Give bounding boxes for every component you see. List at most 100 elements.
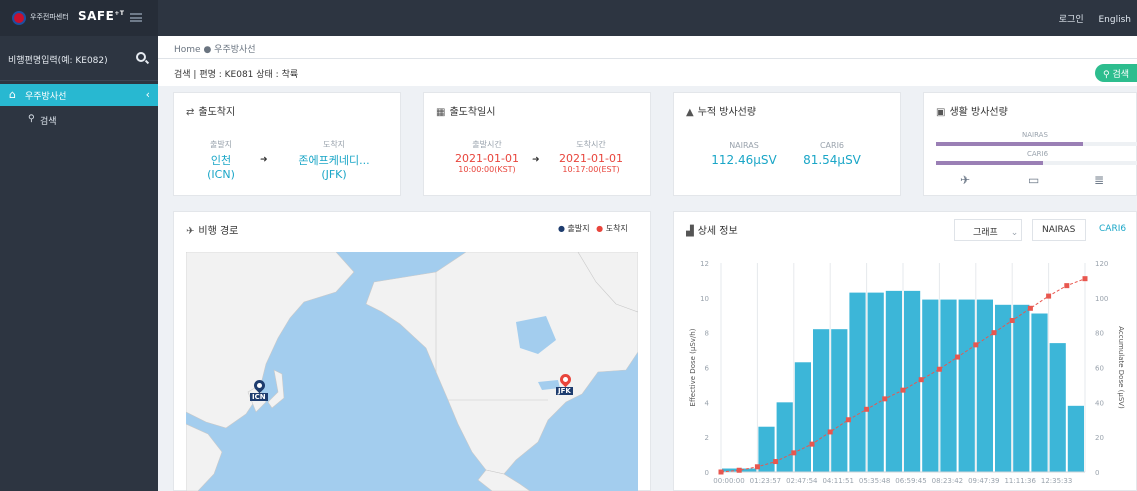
y-tick-label: 4 (705, 399, 710, 407)
y-right-tick-label: 20 (1095, 434, 1104, 442)
search-button[interactable]: ⚲ 검색 (1095, 64, 1137, 82)
accumulated-dose-point (773, 459, 779, 465)
total-dose-card: ▲ 누적 방사선량 NAIRAS 112.46μSV CARI6 81.54μSV (673, 92, 901, 196)
arrival-time-label: 도착시간 (576, 140, 606, 149)
accumulated-dose-point (827, 429, 833, 435)
life-dose-card: ▣ 생활 방사선량 NAIRAS CARI6 ✈ ▭ ≣ (923, 92, 1137, 196)
nairas-label: NAIRAS (729, 141, 759, 150)
life-cari6-label: CARI6 (1027, 150, 1049, 158)
y-axis-label: Effective Dose (μSv/h) (689, 328, 697, 406)
bar (1013, 304, 1030, 472)
breadcrumb-current: 우주방사선 (214, 45, 256, 55)
card-title: ▟ 상세 정보 (686, 226, 738, 237)
departure-pin-icon: ● (558, 224, 565, 233)
x-tick-label: 01:23:57 (750, 477, 781, 485)
card-title: ⇄ 출도착지 (186, 107, 236, 118)
box-icon: ▣ (936, 107, 946, 118)
accumulated-dose-point (991, 330, 997, 336)
y-tick-label: 10 (700, 295, 709, 303)
legend-arrival: 도착지 (605, 224, 628, 233)
icn-label: ICN (250, 393, 268, 401)
home-icon: ⌂ (9, 88, 16, 101)
top-bar: 우주전파센터 SAFE+T 로그인 English (0, 0, 1137, 36)
x-tick-label: 02:47:54 (786, 477, 818, 485)
x-tick-label: 08:23:42 (932, 477, 963, 485)
x-tick-label: 09:47:39 (968, 477, 999, 485)
map-legend: ● 출발지 ● 도착지 (558, 223, 628, 234)
breadcrumb-separator: ● (203, 45, 215, 55)
breadcrumb-bar: Home ● 우주방사선 (158, 36, 1137, 59)
logo-text: 우주전파센터 (30, 13, 69, 21)
accumulated-dose-point (1064, 283, 1070, 289)
arrival-city: 존에프케네디... (298, 154, 370, 167)
breadcrumb-home[interactable]: Home (174, 45, 201, 55)
bar (867, 292, 884, 472)
route-icon: ⇄ (186, 107, 195, 118)
flight-search-input[interactable]: 비행편명입력(예: KE082) (8, 53, 108, 66)
accumulated-dose-point (973, 342, 979, 348)
y-right-tick-label: 100 (1095, 295, 1108, 303)
flight-search[interactable]: 비행편명입력(예: KE082) (0, 36, 158, 81)
y-right-tick-label: 120 (1095, 260, 1108, 268)
flight-map[interactable]: ICN JFK (186, 252, 638, 491)
arrival-time: 10:17:00(EST) (562, 165, 620, 174)
bar (794, 362, 811, 472)
language-link[interactable]: English (1099, 15, 1132, 25)
arrival-pin-icon: ● (596, 224, 604, 233)
xray-icon: ≣ (1094, 173, 1105, 187)
search-info-text: 검색 | 편명 : KE081 상태 : 착륙 (174, 70, 299, 80)
departure-time: 10:00:00(KST) (458, 165, 516, 174)
card-title: ✈ 비행 경로 (186, 226, 239, 237)
x-tick-label: 06:59:45 (895, 477, 926, 485)
chevron-left-icon: ‹ (145, 88, 150, 101)
warning-icon: ▲ (686, 107, 694, 118)
arrival-time-info: 도착시간 2021-01-01 10:17:00(EST) (546, 139, 636, 174)
bar (1067, 405, 1084, 472)
x-tick-label: 05:35:48 (859, 477, 890, 485)
accumulated-dose-point (791, 450, 797, 456)
chevron-down-icon: ⌄ (1010, 228, 1019, 238)
accumulated-dose-point (936, 366, 942, 372)
bar (849, 292, 866, 472)
login-link[interactable]: 로그인 (1059, 15, 1084, 25)
tab-cari6[interactable]: CARI6 (1099, 224, 1126, 234)
sidebar-item-search[interactable]: ⚲ 검색 (0, 106, 158, 134)
bar (976, 299, 993, 472)
hamburger-menu-icon[interactable] (130, 13, 142, 22)
accumulated-dose-point (864, 406, 870, 412)
accumulated-dose-point (1046, 293, 1052, 299)
x-tick-label: 12:35:33 (1041, 477, 1072, 485)
life-cari6-bar (936, 161, 1044, 165)
y-tick-label: 6 (705, 365, 710, 373)
bar (813, 329, 830, 472)
bar (1049, 343, 1066, 472)
breadcrumb: Home ● 우주방사선 (174, 42, 256, 55)
bar (831, 329, 848, 472)
tab-nairas[interactable]: NAIRAS (1032, 219, 1086, 241)
logo[interactable]: 우주전파센터 SAFE+T (0, 0, 158, 36)
departure-time-label: 출발시간 (472, 140, 502, 149)
accumulated-dose-point (718, 469, 724, 475)
nairas-total: NAIRAS 112.46μSV (704, 141, 784, 167)
accumulated-dose-point (845, 417, 851, 423)
cari6-label: CARI6 (819, 141, 845, 150)
arrow-right-icon: ➜ (260, 155, 268, 165)
bar (1031, 313, 1048, 472)
logo-brand: SAFE+T (78, 9, 125, 23)
y-tick-label: 8 (705, 330, 709, 338)
arrival-label: 도착지 (322, 140, 346, 149)
life-nairas-bar (936, 142, 1084, 146)
arrow-right-icon: ➜ (532, 155, 540, 165)
y-tick-label: 0 (705, 469, 709, 477)
bar (758, 426, 775, 472)
y-right-tick-label: 40 (1095, 399, 1104, 407)
logo-emblem-icon (12, 11, 26, 25)
view-select[interactable]: 그래프 ⌄ (954, 219, 1022, 241)
sidebar: 비행편명입력(예: KE082) ⌂ 우주방사선 ‹ ⚲ 검색 (0, 36, 158, 491)
scanner-icon: ▭ (1028, 173, 1040, 187)
y-right-axis-label: Accumulate Dose (μSV) (1117, 326, 1125, 409)
cari6-value: 81.54μSV (803, 153, 861, 167)
search-icon[interactable] (136, 52, 146, 62)
sidebar-item-space-radiation[interactable]: ⌂ 우주방사선 ‹ (0, 84, 158, 106)
departure-date: 2021-01-01 (455, 152, 519, 165)
